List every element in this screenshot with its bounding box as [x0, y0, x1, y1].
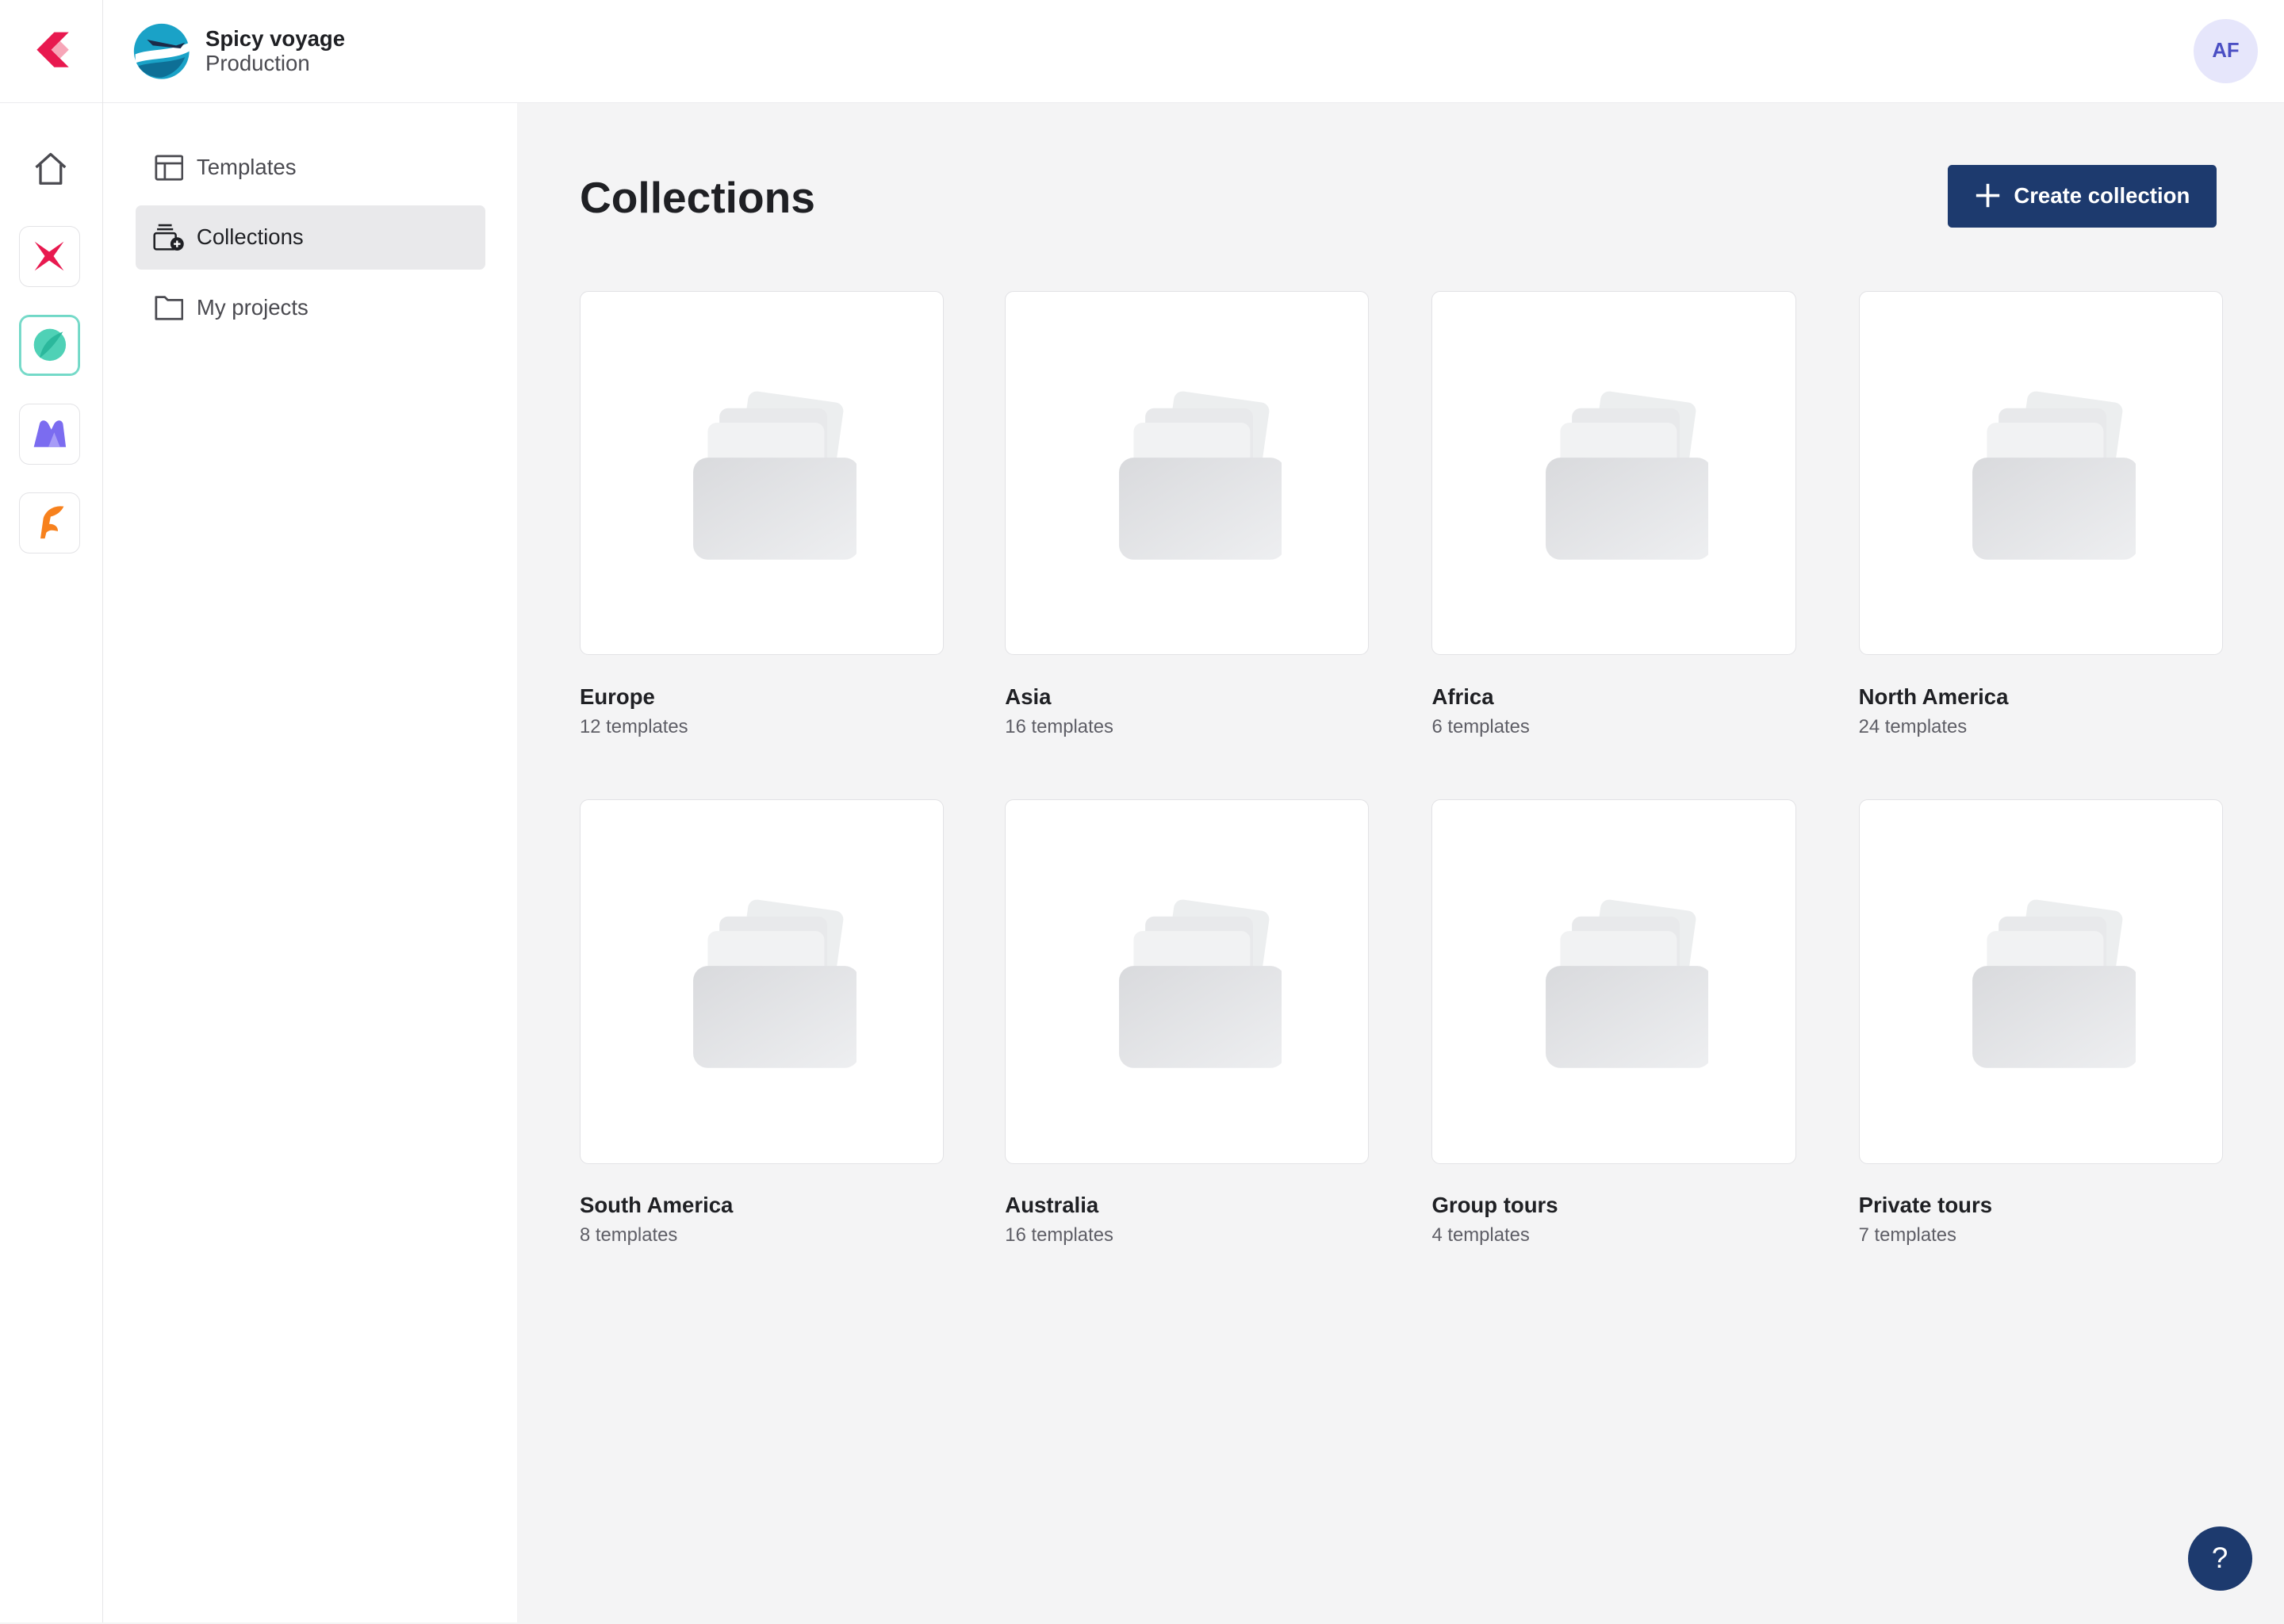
collection-name[interactable]: Africa: [1431, 684, 1795, 710]
collection-thumbnail[interactable]: [1005, 799, 1370, 1164]
collection-thumbnail[interactable]: [579, 799, 945, 1164]
page-title: Collections: [579, 172, 815, 222]
collection-placeholder-icon: [1545, 391, 1709, 560]
collection-card[interactable]: Private tours 7 templates: [1858, 799, 2223, 1246]
wave-app-icon: [33, 420, 66, 447]
create-collection-button[interactable]: Create collection: [1947, 164, 2217, 228]
sidebar-item-my-projects[interactable]: My projects: [136, 275, 485, 339]
collection-template-count: 8 templates: [579, 1224, 678, 1246]
top-bar: Spicy voyage Production AF: [103, 0, 2284, 103]
collection-thumbnail[interactable]: [1431, 291, 1796, 656]
collection-name[interactable]: North America: [1859, 684, 2223, 710]
workspace-environment: Production: [205, 51, 310, 76]
workspace-name: Spicy voyage: [205, 26, 346, 52]
plus-icon: [1976, 184, 1999, 208]
workspace-logo-icon: [133, 23, 190, 79]
app-logo-icon[interactable]: [31, 29, 71, 70]
collection-template-count: 7 templates: [1858, 1224, 1956, 1246]
collection-card[interactable]: Group tours 4 templates: [1431, 799, 1796, 1246]
collection-card[interactable]: South America 8 templates: [579, 799, 945, 1246]
collection-thumbnail[interactable]: [579, 291, 945, 656]
collection-template-count: 24 templates: [1858, 715, 1968, 737]
sidebar-item-label: Collections: [196, 224, 304, 250]
collection-name[interactable]: Asia: [1005, 684, 1369, 710]
main-content: Collections Create collection Europe 12 t…: [517, 103, 2284, 1622]
feather-app-button[interactable]: [18, 492, 81, 553]
help-button[interactable]: ?: [2187, 1526, 2252, 1591]
collection-template-count: 16 templates: [1005, 1224, 1113, 1246]
leaf-app-icon: [33, 329, 66, 362]
collection-thumbnail[interactable]: [1431, 799, 1796, 1164]
folder-icon: [153, 291, 185, 323]
templates-icon: [153, 151, 185, 183]
collection-card[interactable]: Europe 12 templates: [579, 291, 945, 737]
secondary-sidebar: Templates Collections My projects: [103, 103, 517, 1623]
sidebar-item-collections[interactable]: Collections: [135, 205, 485, 270]
leaf-app-button[interactable]: [18, 314, 81, 376]
collection-template-count: 12 templates: [579, 715, 688, 737]
sidebar-item-templates[interactable]: Templates: [136, 136, 485, 200]
home-icon[interactable]: [32, 150, 70, 188]
rail-divider: [0, 102, 102, 103]
collection-name[interactable]: South America: [580, 1193, 944, 1218]
collection-placeholder-icon: [1972, 899, 2136, 1068]
sidebar-item-label: My projects: [196, 294, 308, 320]
collection-placeholder-icon: [1118, 899, 1282, 1068]
collection-placeholder-icon: [1545, 899, 1709, 1068]
collections-icon: [153, 221, 185, 253]
feather-app-icon: [40, 506, 64, 539]
sidebar-item-label: Templates: [196, 155, 297, 180]
collection-thumbnail[interactable]: [1005, 291, 1370, 656]
collection-placeholder-icon: [1972, 391, 2136, 560]
collection-card[interactable]: Australia 16 templates: [1005, 799, 1370, 1246]
collection-card[interactable]: Africa 6 templates: [1431, 291, 1796, 737]
collection-placeholder-icon: [693, 391, 856, 560]
collection-template-count: 4 templates: [1431, 1224, 1530, 1246]
app-rail: [0, 0, 103, 1623]
create-collection-label: Create collection: [2014, 183, 2190, 209]
collection-name[interactable]: Europe: [580, 684, 944, 710]
collection-card[interactable]: Asia 16 templates: [1005, 291, 1370, 737]
collection-name[interactable]: Group tours: [1431, 1193, 1795, 1218]
collection-template-count: 16 templates: [1005, 715, 1113, 737]
avatar[interactable]: AF: [2194, 18, 2258, 83]
collection-thumbnail[interactable]: [1858, 291, 2223, 656]
wave-app-button[interactable]: [18, 403, 81, 465]
collection-thumbnail[interactable]: [1858, 799, 2223, 1164]
collection-placeholder-icon: [693, 899, 856, 1068]
spark-app-button[interactable]: [18, 225, 81, 287]
collection-name[interactable]: Australia: [1005, 1193, 1369, 1218]
collection-template-count: 6 templates: [1431, 715, 1530, 737]
spark-app-icon: [35, 241, 64, 271]
collection-card[interactable]: North America 24 templates: [1858, 291, 2223, 737]
collection-placeholder-icon: [1118, 391, 1282, 560]
collection-name[interactable]: Private tours: [1859, 1193, 2223, 1218]
